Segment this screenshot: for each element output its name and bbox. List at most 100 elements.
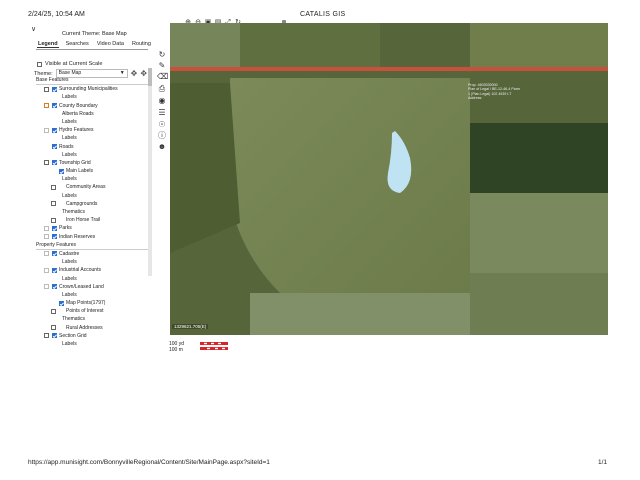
user-icon[interactable]: ☻ [157, 142, 167, 151]
layer-expand-checkbox[interactable] [44, 225, 49, 231]
layer-visibility-checkbox[interactable] [51, 201, 56, 207]
legend-item-label: Iron Horse Trail [66, 217, 101, 224]
layer-visibility-checkbox[interactable] [52, 127, 57, 133]
tab-searches[interactable]: Searches [65, 41, 90, 48]
legend-layer-item[interactable]: Parks [36, 224, 148, 232]
app-title: CATALIS GIS [300, 11, 346, 18]
legend-layer-item[interactable]: Cadastre [36, 250, 148, 258]
legend-item-label: Community Areas [66, 184, 106, 191]
pencil-icon[interactable]: ✎ [157, 61, 167, 70]
legend-item-label: Labels [62, 291, 77, 298]
legend-item-label: Rural Addresses [66, 324, 103, 331]
legend-section-header: Property Features [36, 241, 148, 250]
legend-sublabel: Labels [36, 291, 148, 299]
tab-divider [36, 49, 148, 50]
legend-layer-item[interactable]: Crown/Leased Land [36, 283, 148, 291]
layer-expand-checkbox[interactable] [44, 234, 49, 240]
legend-layer-item[interactable]: Industrial Accounts [36, 266, 148, 274]
layer-expand-checkbox[interactable] [44, 160, 49, 166]
legend-sublabel: Alberta Roads [36, 110, 148, 118]
layer-expand-checkbox[interactable] [44, 103, 49, 109]
eraser-icon[interactable]: ⌫ [157, 72, 168, 81]
legend-layer-item[interactable]: Points of Interest [36, 307, 148, 315]
layer-visibility-checkbox[interactable] [51, 325, 56, 331]
legend-item-label: Labels [62, 151, 77, 158]
legend-sublabel: Labels [36, 275, 148, 283]
layer-expand-checkbox[interactable] [44, 86, 49, 92]
legend-scrollbar[interactable] [148, 68, 152, 276]
identify-popup: Prop. 4603030000 Plan of Legal / BE-12-46… [468, 83, 536, 100]
layer-visibility-checkbox[interactable] [52, 333, 57, 339]
visible-at-scale-checkbox[interactable] [37, 61, 42, 67]
legend-item-label: Indian Reserves [59, 233, 96, 240]
layer-visibility-checkbox[interactable] [51, 184, 56, 190]
layer-visibility-checkbox[interactable] [52, 103, 57, 109]
legend-layer-item[interactable]: Map Points(1797) [36, 299, 148, 307]
legend-layer-item[interactable]: Community Areas [36, 183, 148, 191]
layer-visibility-checkbox[interactable] [52, 160, 57, 166]
layer-visibility-checkbox[interactable] [51, 217, 56, 223]
layer-visibility-checkbox[interactable] [52, 251, 57, 257]
info-icon[interactable]: ⓘ [157, 131, 167, 140]
layer-visibility-checkbox[interactable] [52, 144, 57, 149]
identify-icon[interactable]: ☉ [157, 120, 167, 129]
refresh-icon[interactable]: ↻ [157, 50, 167, 59]
tab-routing[interactable]: Routing [131, 41, 152, 48]
tab-legend[interactable]: Legend [37, 41, 59, 48]
legend-layer-item[interactable]: Surrounding Municipalities [36, 85, 148, 93]
layer-visibility-checkbox[interactable] [59, 300, 64, 306]
locate-icon[interactable]: ◉ [157, 96, 167, 105]
coordinate-readout: 1329621.705(E) [172, 324, 209, 329]
visible-at-scale-option[interactable]: Visible at Current Scale [37, 61, 102, 67]
legend-sublabel: Labels [36, 93, 148, 101]
collapse-chevron-icon[interactable]: ∨ [31, 25, 36, 33]
legend-layer-item[interactable]: Indian Reserves [36, 233, 148, 241]
panel-tabs: Legend Searches Video Data Routing [37, 41, 152, 48]
legend-item-label: Surrounding Municipalities [59, 86, 118, 93]
layer-expand-checkbox[interactable] [44, 267, 49, 273]
tab-video-data[interactable]: Video Data [96, 41, 125, 48]
legend-item-label: Base Features [36, 77, 69, 83]
layer-legend-list: Base Features Surrounding Municipalities L… [36, 76, 148, 348]
legend-scrollbar-thumb[interactable] [148, 68, 152, 86]
legend-layer-item[interactable]: Campgrounds [36, 200, 148, 208]
layer-visibility-checkbox[interactable] [51, 308, 56, 314]
legend-item-label: Main Labels [66, 168, 93, 175]
layer-expand-checkbox[interactable] [44, 127, 49, 133]
legend-layer-item[interactable]: County Boundary [36, 102, 148, 110]
forest-area [170, 83, 240, 253]
legend-item-label: Cadastre [59, 250, 80, 257]
legend-item-label: Labels [62, 118, 77, 125]
current-theme-label: Current Theme: Base Map [62, 31, 127, 37]
legend-item-label: Labels [62, 135, 77, 142]
layers-icon[interactable]: ☰ [157, 108, 167, 117]
legend-item-label: Crown/Leased Land [59, 283, 104, 290]
legend-layer-item[interactable]: Main Labels [36, 167, 148, 175]
legend-layer-item[interactable]: Hydro Features [36, 126, 148, 134]
layer-visibility-checkbox[interactable] [52, 284, 57, 290]
page-number: 1/1 [598, 459, 608, 466]
layer-visibility-checkbox[interactable] [52, 225, 57, 231]
highway-road [170, 67, 608, 71]
layer-expand-checkbox[interactable] [44, 251, 49, 257]
legend-sublabel: Labels [36, 340, 148, 348]
legend-item-label: Roads [59, 143, 74, 150]
map-imagery [170, 23, 608, 335]
legend-sublabel: Labels [36, 118, 148, 126]
satellite-map[interactable] [170, 23, 608, 335]
legend-item-label: Section Grid [59, 332, 87, 339]
layer-visibility-checkbox[interactable] [52, 234, 57, 240]
layer-expand-checkbox[interactable] [44, 284, 49, 290]
layer-visibility-checkbox[interactable] [52, 267, 57, 273]
layer-visibility-checkbox[interactable] [52, 86, 57, 92]
legend-layer-item[interactable]: Rural Addresses [36, 324, 148, 332]
legend-layer-item[interactable]: Iron Horse Trail [36, 216, 148, 224]
layer-visibility-checkbox[interactable] [59, 168, 64, 174]
legend-layer-item[interactable]: Section Grid [36, 332, 148, 340]
layer-expand-checkbox[interactable] [44, 333, 49, 339]
page-url: https://app.munisight.com/BonnyvilleRegi… [28, 459, 270, 466]
legend-layer-item[interactable]: Township Grid [36, 159, 148, 167]
legend-layer-item[interactable]: Roads [36, 143, 148, 151]
legend-sublabel: Labels [36, 151, 148, 159]
print-icon[interactable]: ⎙ [157, 84, 167, 93]
